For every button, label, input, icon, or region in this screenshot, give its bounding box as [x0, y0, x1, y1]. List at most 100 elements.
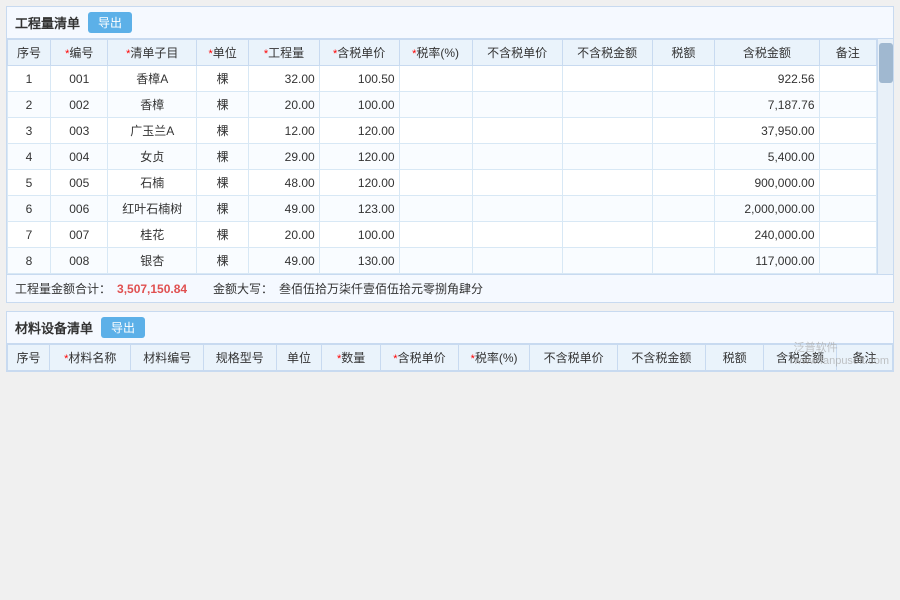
- table-cell: 002: [51, 92, 108, 118]
- section1-header: 工程量清单 导出: [7, 7, 893, 39]
- table-cell: [472, 170, 562, 196]
- section1-export-button[interactable]: 导出: [88, 12, 132, 33]
- table-cell: 棵: [197, 248, 249, 274]
- th2-taxunit: *含税单价: [380, 345, 458, 371]
- table-cell: 棵: [197, 144, 249, 170]
- table-cell: 120.00: [319, 170, 399, 196]
- table-cell: [652, 196, 715, 222]
- table-cell: [819, 170, 877, 196]
- scrollbar-thumb[interactable]: [879, 43, 893, 83]
- table-cell: 5: [8, 170, 51, 196]
- th-code: *编号: [51, 40, 108, 66]
- th-seq: 序号: [8, 40, 51, 66]
- th2-matname: *材料名称: [50, 345, 131, 371]
- table-cell: [819, 66, 877, 92]
- table-row: 5005石楠棵48.00120.00900,000.00: [8, 170, 877, 196]
- summary-value: 3,507,150.84: [117, 282, 207, 296]
- table-cell: [562, 196, 652, 222]
- th2-unit: 单位: [276, 345, 322, 371]
- table-cell: 32.00: [249, 66, 319, 92]
- summary-big-label: 金额大写：: [213, 280, 273, 297]
- table-cell: 1: [8, 66, 51, 92]
- th-name-label: 清单子目: [130, 46, 178, 60]
- th-code-label: 编号: [69, 46, 93, 60]
- table-cell: 棵: [197, 196, 249, 222]
- table-cell: 130.00: [319, 248, 399, 274]
- table-cell: 100.00: [319, 92, 399, 118]
- table-cell: [562, 248, 652, 274]
- table-cell: 120.00: [319, 144, 399, 170]
- table-cell: 棵: [197, 66, 249, 92]
- table-cell: 49.00: [249, 196, 319, 222]
- table-cell: 100.50: [319, 66, 399, 92]
- th-note-label: 备注: [836, 46, 860, 60]
- scrollbar-area[interactable]: [877, 39, 893, 274]
- table-cell: 7: [8, 222, 51, 248]
- th2-notaxamt: 不含税金额: [617, 345, 705, 371]
- table-cell: [562, 118, 652, 144]
- table-cell: 红叶石楠树: [108, 196, 197, 222]
- table-cell: [652, 118, 715, 144]
- table-cell: [562, 170, 652, 196]
- table-cell: [562, 144, 652, 170]
- section2-material-list: 材料设备清单 导出 序号 *材料名称 材料编号 规格型号 单位 *数量 *含税单…: [6, 311, 894, 372]
- table-cell: 20.00: [249, 92, 319, 118]
- th2-matcode: 材料编号: [131, 345, 204, 371]
- table-cell: 12.00: [249, 118, 319, 144]
- table-cell: [399, 118, 472, 144]
- table-cell: 4: [8, 144, 51, 170]
- table-cell: [399, 248, 472, 274]
- table-cell: 49.00: [249, 248, 319, 274]
- table-cell: 001: [51, 66, 108, 92]
- table-cell: 2: [8, 92, 51, 118]
- section2-title: 材料设备清单: [15, 318, 93, 337]
- th-totalamt: 含税金额: [715, 40, 819, 66]
- table-cell: [652, 66, 715, 92]
- table-cell: 240,000.00: [715, 222, 819, 248]
- table-cell: [819, 196, 877, 222]
- th2-taxrate: *税率(%): [458, 345, 529, 371]
- th-notaxunit: 不含税单价: [472, 40, 562, 66]
- th2-notaxunit: 不含税单价: [530, 345, 618, 371]
- table-row: 8008银杏棵49.00130.00117,000.00: [8, 248, 877, 274]
- table-cell: [399, 170, 472, 196]
- table-cell: [819, 118, 877, 144]
- table-cell: 004: [51, 144, 108, 170]
- table-cell: [819, 248, 877, 274]
- table-cell: 桂花: [108, 222, 197, 248]
- table-cell: [399, 222, 472, 248]
- summary-big-value: 叁佰伍拾万柒仟壹佰伍拾元零捌角肆分: [279, 280, 885, 297]
- section1-engineering-list: 工程量清单 导出 序号 *编号 *清单子目 *单位 *工程量 *含税单价 *税率…: [6, 6, 894, 303]
- th-note: 备注: [819, 40, 877, 66]
- table-cell: 100.00: [319, 222, 399, 248]
- table-cell: 石楠: [108, 170, 197, 196]
- table-cell: 48.00: [249, 170, 319, 196]
- th2-seq: 序号: [8, 345, 50, 371]
- table-cell: [472, 66, 562, 92]
- th2-note: 备注: [836, 345, 892, 371]
- table-cell: [399, 196, 472, 222]
- th-notaxunit-label: 不含税单价: [487, 46, 547, 60]
- table-row: 3003广玉兰A棵12.00120.0037,950.00: [8, 118, 877, 144]
- th-taxamt-label: 税额: [671, 46, 695, 60]
- table-cell: 2,000,000.00: [715, 196, 819, 222]
- table-cell: 117,000.00: [715, 248, 819, 274]
- th-totalamt-label: 含税金额: [743, 46, 791, 60]
- summary-label: 工程量金额合计：: [15, 280, 111, 297]
- th-taxrate: *税率(%): [399, 40, 472, 66]
- table-cell: [472, 196, 562, 222]
- table-cell: [562, 92, 652, 118]
- table-cell: [399, 92, 472, 118]
- section1-table: 序号 *编号 *清单子目 *单位 *工程量 *含税单价 *税率(%) 不含税单价…: [7, 39, 877, 274]
- section2-table: 序号 *材料名称 材料编号 规格型号 单位 *数量 *含税单价 *税率(%) 不…: [7, 344, 893, 371]
- table-cell: [399, 66, 472, 92]
- table-cell: [472, 118, 562, 144]
- table-cell: 37,950.00: [715, 118, 819, 144]
- th-taxamt: 税额: [652, 40, 715, 66]
- table-cell: 003: [51, 118, 108, 144]
- section2-export-button[interactable]: 导出: [101, 317, 145, 338]
- table-cell: [652, 92, 715, 118]
- table-row: 6006红叶石楠树棵49.00123.002,000,000.00: [8, 196, 877, 222]
- table-cell: 922.56: [715, 66, 819, 92]
- th2-totalamt: 含税金额: [764, 345, 837, 371]
